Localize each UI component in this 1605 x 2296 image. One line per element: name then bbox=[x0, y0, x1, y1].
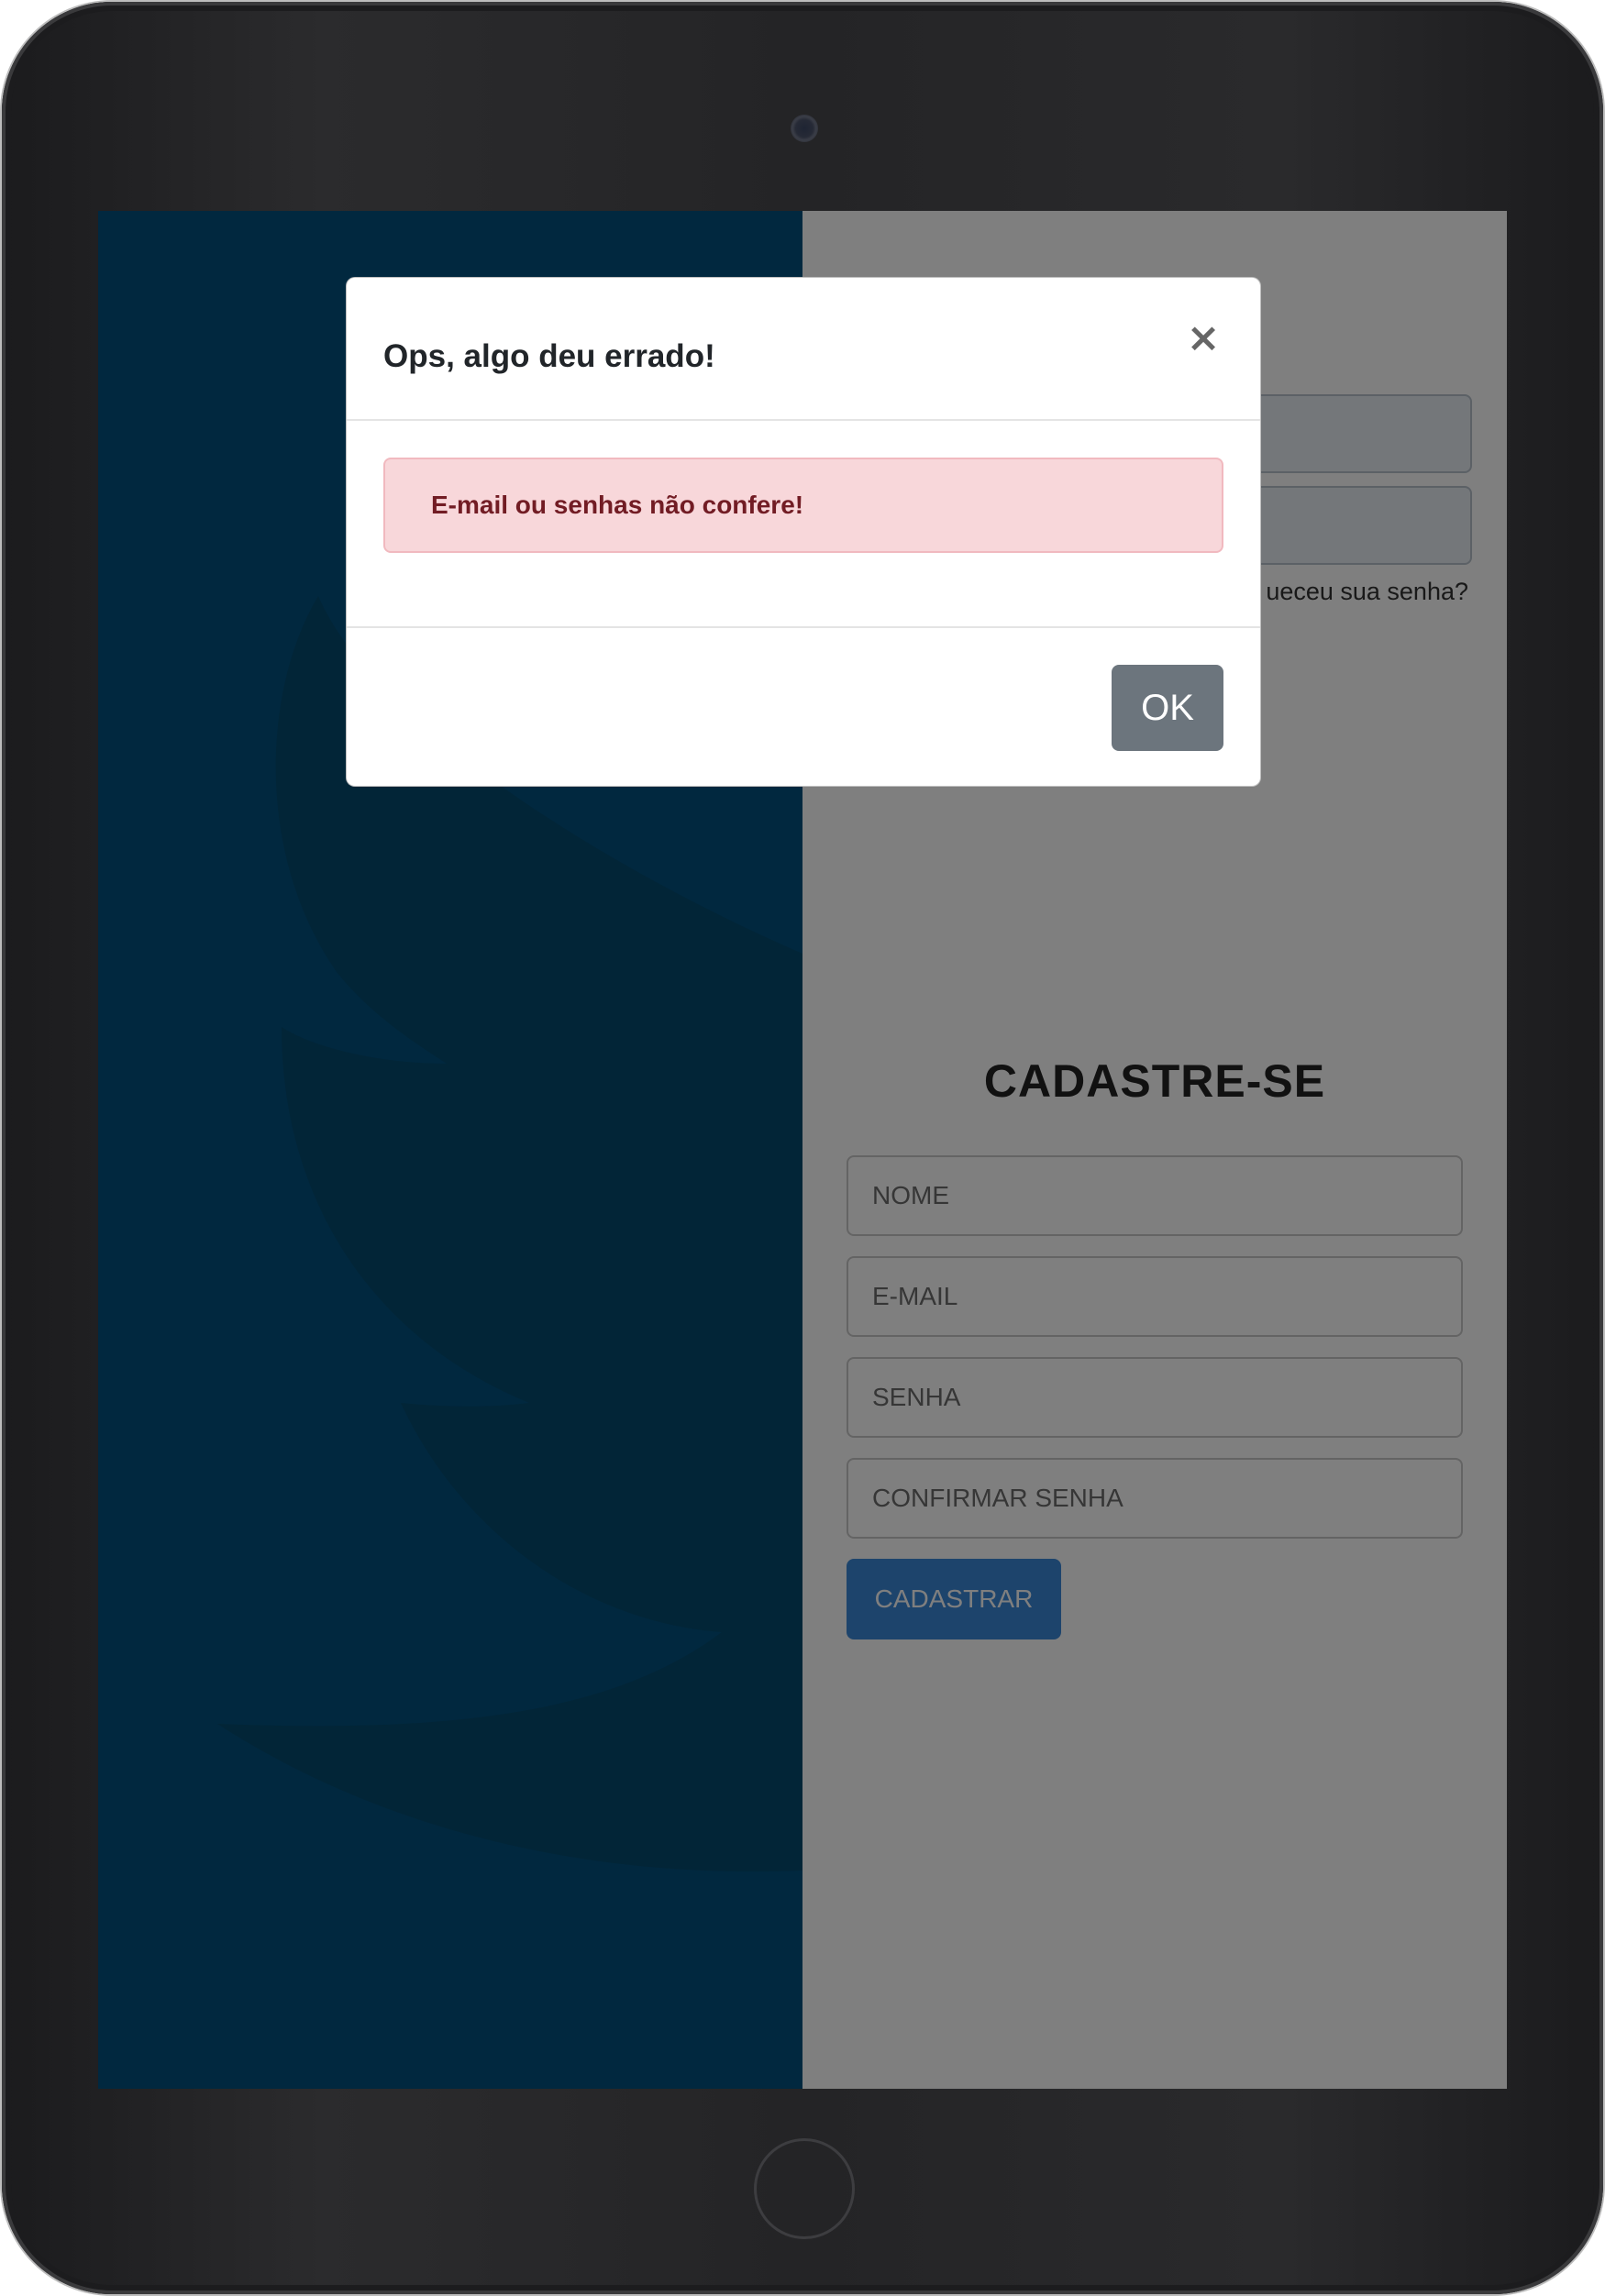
app-screen: ueceu sua senha? CADASTRE-SE CADASTRAR O… bbox=[98, 211, 1507, 2089]
modal-header: Ops, algo deu errado! × bbox=[347, 278, 1260, 421]
ok-button[interactable]: OK bbox=[1112, 665, 1223, 751]
camera-icon bbox=[791, 115, 818, 142]
close-icon[interactable]: × bbox=[1181, 316, 1225, 360]
modal-footer: OK bbox=[347, 626, 1260, 786]
error-modal: Ops, algo deu errado! × E-mail ou senhas… bbox=[346, 277, 1261, 787]
home-button-icon[interactable] bbox=[754, 2138, 855, 2239]
error-alert: E-mail ou senhas não confere! bbox=[383, 458, 1223, 553]
modal-title: Ops, algo deu errado! bbox=[383, 338, 715, 374]
error-message: E-mail ou senhas não confere! bbox=[431, 491, 804, 519]
tablet-frame: ueceu sua senha? CADASTRE-SE CADASTRAR O… bbox=[2, 2, 1603, 2294]
